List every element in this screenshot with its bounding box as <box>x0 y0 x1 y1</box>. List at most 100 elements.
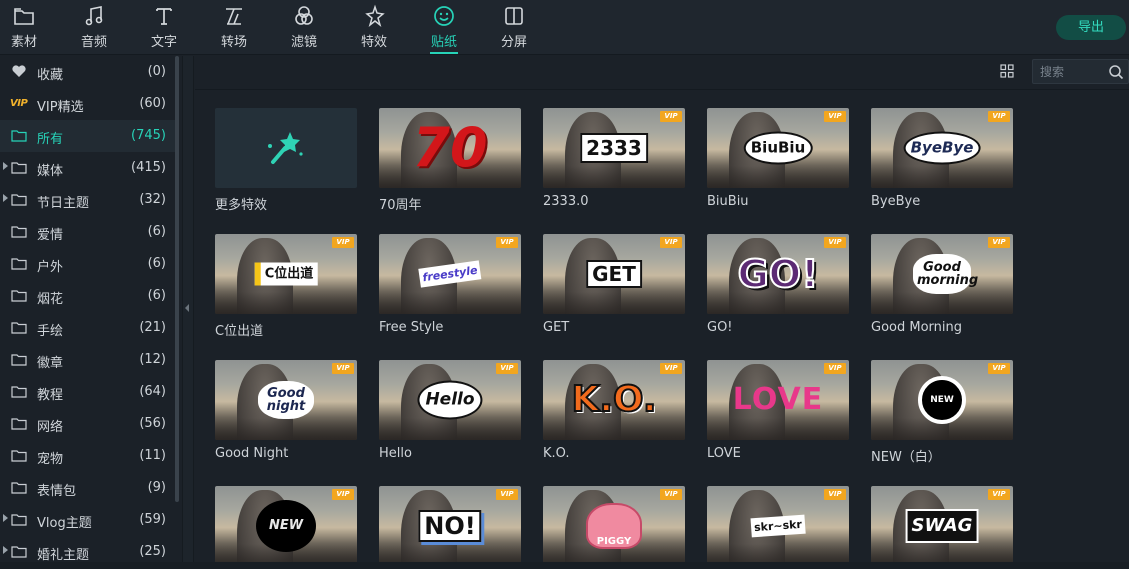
tab-text[interactable]: 文字 <box>136 0 192 55</box>
sidebar-item-internet[interactable]: 网络 (56) <box>0 408 176 440</box>
sticker-card[interactable]: VIP C位出道 C位出道 <box>215 234 357 342</box>
expand-arrow-icon[interactable] <box>3 514 8 522</box>
sticker-card[interactable]: VIP SWAG <box>871 486 1013 569</box>
sticker-thumbnail: VIP Good night <box>215 360 357 440</box>
sticker-card[interactable]: VIP skr~skr <box>707 486 849 569</box>
sticker-art: LOVE <box>732 382 824 417</box>
sticker-card[interactable]: VIP NO! <box>379 486 521 569</box>
sticker-card-more-effects[interactable]: 更多特效 <box>215 108 357 216</box>
split-screen-icon <box>502 4 526 28</box>
sidebar-item-tutorial[interactable]: 教程 (64) <box>0 376 176 408</box>
sidebar-item-outdoor[interactable]: 户外 (6) <box>0 248 176 280</box>
sidebar-item-favorites[interactable]: 收藏 (0) <box>0 56 176 88</box>
tab-text-label: 文字 <box>150 35 177 50</box>
sticker-card[interactable]: VIP BiuBiu BiuBiu <box>707 108 849 216</box>
tab-audio[interactable]: 音频 <box>66 0 122 55</box>
search-icon[interactable] <box>1108 64 1124 80</box>
sticker-label: 70周年 <box>379 198 422 213</box>
sticker-card[interactable]: VIP NEW NEW（白） <box>871 360 1013 468</box>
tab-transition[interactable]: 转场 <box>206 0 262 55</box>
sidebar-item-vlog[interactable]: Vlog主题 (59) <box>0 504 176 536</box>
sticker-card[interactable]: 70 70周年 <box>379 108 521 216</box>
sticker-card[interactable]: VIP NEW <box>215 486 357 569</box>
folder-icon <box>11 161 27 174</box>
sidebar-item-label: 表情包 <box>37 484 77 499</box>
sidebar-item-count: (6) <box>147 256 166 271</box>
tab-audio-label: 音频 <box>80 35 107 50</box>
sticker-thumbnail: VIP freestyle <box>379 234 521 314</box>
sticker-label: K.O. <box>543 446 570 461</box>
sticker-label: BiuBiu <box>707 194 749 209</box>
sticker-card[interactable]: VIP PIGGY <box>543 486 685 569</box>
sidebar-item-count: (25) <box>139 544 166 559</box>
sidebar-item-label: 所有 <box>37 132 64 147</box>
sticker-card[interactable]: VIP Good night Good Night <box>215 360 357 468</box>
sidebar-item-count: (6) <box>147 224 166 239</box>
top-toolbar: 素材 音频 文字 转场 滤镜 特效 贴纸 分屏 导出 <box>0 0 1129 55</box>
sidebar-item-love[interactable]: 爱情 (6) <box>0 216 176 248</box>
tab-stickers-label: 贴纸 <box>430 35 457 50</box>
sticker-thumbnail <box>215 108 357 188</box>
sticker-thumbnail: VIP skr~skr <box>707 486 849 566</box>
sticker-art: 2333 <box>580 133 648 163</box>
tab-stickers[interactable]: 贴纸 <box>416 0 472 55</box>
folder-icon <box>11 481 27 494</box>
sticker-card[interactable]: VIP LOVE LOVE <box>707 360 849 468</box>
sticker-card[interactable]: VIP K.O. K.O. <box>543 360 685 468</box>
sidebar-item-media[interactable]: 媒体 (415) <box>0 152 176 184</box>
filter-icon <box>292 4 316 28</box>
music-note-icon <box>82 4 106 28</box>
sidebar-item-fireworks[interactable]: 烟花 (6) <box>0 280 176 312</box>
tab-filter[interactable]: 滤镜 <box>276 0 332 55</box>
folder-icon <box>11 321 27 334</box>
tab-media[interactable]: 素材 <box>0 0 52 55</box>
sidebar-item-label: VIP精选 <box>37 100 84 115</box>
sidebar-item-holiday[interactable]: 节日主题 (32) <box>0 184 176 216</box>
bottom-edge <box>0 562 1129 569</box>
sidebar-item-label: 教程 <box>37 388 64 403</box>
tab-media-label: 素材 <box>10 35 37 50</box>
sidebar-item-vip[interactable]: VIP VIP精选 (60) <box>0 88 176 120</box>
sidebar-item-pets[interactable]: 宠物 (11) <box>0 440 176 472</box>
expand-arrow-icon[interactable] <box>3 546 8 554</box>
vip-badge: VIP <box>496 363 518 374</box>
sticker-card[interactable]: VIP GO! GO! <box>707 234 849 342</box>
tab-filter-label: 滤镜 <box>290 35 317 50</box>
folder-icon <box>11 289 27 302</box>
sticker-card[interactable]: VIP Hello Hello <box>379 360 521 468</box>
sidebar-scrollbar[interactable] <box>175 56 179 502</box>
sticker-thumbnail: 70 <box>379 108 521 188</box>
expand-arrow-icon[interactable] <box>3 194 8 202</box>
search-input[interactable] <box>1040 63 1104 81</box>
sidebar-item-label: 网络 <box>37 420 64 435</box>
folder-icon <box>12 4 36 28</box>
sticker-card[interactable]: VIP GET GET <box>543 234 685 342</box>
sidebar-item-hand-drawn[interactable]: 手绘 (21) <box>0 312 176 344</box>
sticker-card[interactable]: VIP Good morning Good Morning <box>871 234 1013 342</box>
sidebar-item-emoji[interactable]: 表情包 (9) <box>0 472 176 504</box>
vip-badge: VIP <box>496 489 518 500</box>
sticker-card[interactable]: VIP freestyle Free Style <box>379 234 521 342</box>
sticker-label: Good Morning <box>871 320 962 335</box>
collapse-sidebar-icon[interactable] <box>185 304 189 312</box>
tab-effects-label: 特效 <box>360 35 387 50</box>
sidebar-item-count: (0) <box>147 64 166 79</box>
export-button[interactable]: 导出 <box>1056 15 1126 40</box>
grid-view-icon[interactable] <box>1000 64 1014 78</box>
sticker-art: freestyle <box>418 260 482 288</box>
sticker-card[interactable]: VIP 2333 2333.0 <box>543 108 685 216</box>
tab-split-screen[interactable]: 分屏 <box>486 0 542 55</box>
panel-divider[interactable] <box>182 56 194 569</box>
sticker-thumbnail: VIP C位出道 <box>215 234 357 314</box>
sidebar-item-count: (32) <box>139 192 166 207</box>
tab-effects[interactable]: 特效 <box>346 0 402 55</box>
sticker-label: Hello <box>379 446 412 461</box>
sticker-label: Free Style <box>379 320 444 335</box>
sidebar-item-badges[interactable]: 徽章 (12) <box>0 344 176 376</box>
sticker-thumbnail: VIP 2333 <box>543 108 685 188</box>
sidebar-item-label: 节日主题 <box>37 196 90 211</box>
expand-arrow-icon[interactable] <box>3 162 8 170</box>
sidebar-item-all[interactable]: 所有 (745) <box>0 120 176 152</box>
sticker-card[interactable]: VIP ByeBye ByeBye <box>871 108 1013 216</box>
vip-badge: VIP <box>988 489 1010 500</box>
